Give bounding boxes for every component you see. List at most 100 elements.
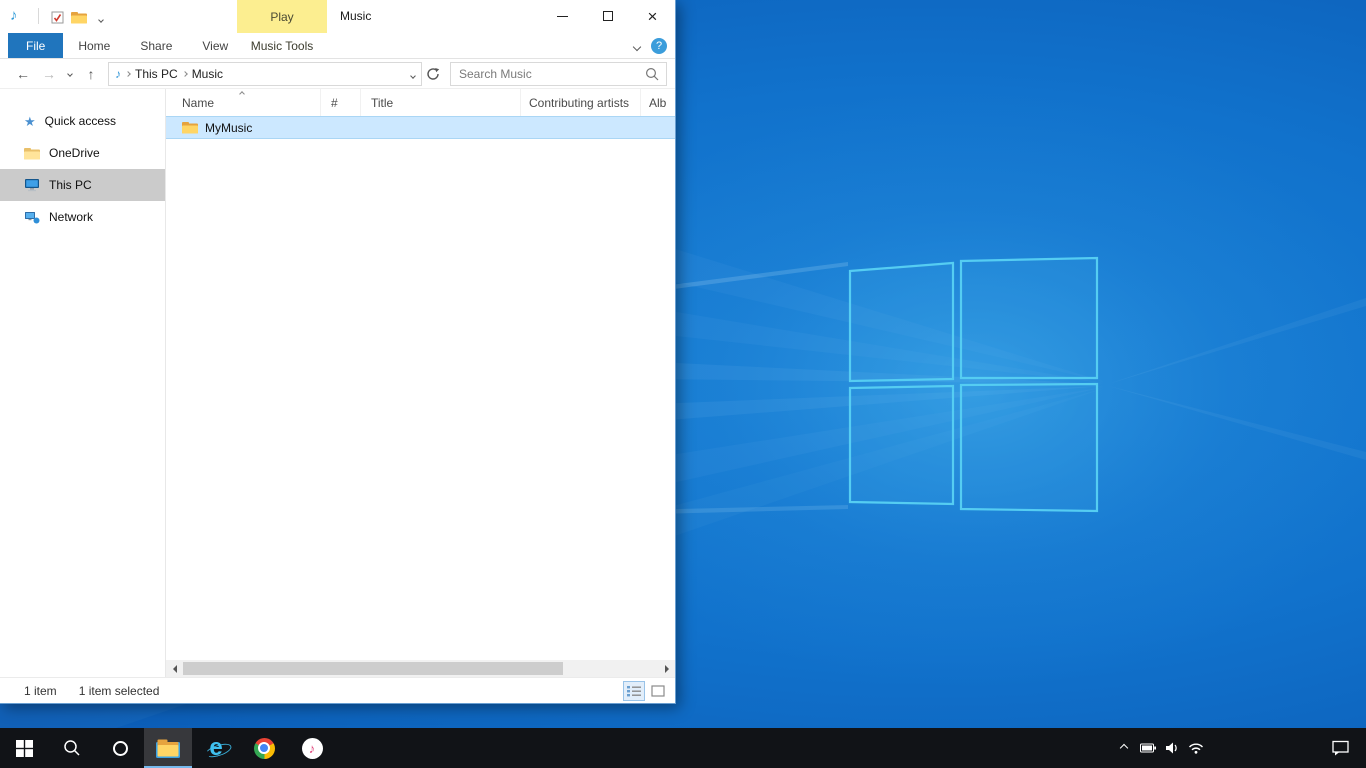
explorer-window: ♪ Play Music × File Home Share Vi [0,0,676,704]
chevron-right-icon [182,71,188,77]
sort-ascending-icon [239,91,245,97]
column-label: Contributing artists [529,96,629,110]
sidebar-item-label: Network [49,210,93,224]
music-note-icon: ♪ [10,8,18,23]
scrollbar-thumb[interactable] [183,662,563,675]
selected-count: 1 item selected [79,684,160,698]
minimize-button[interactable] [540,0,585,32]
taskbar-search-button[interactable] [48,728,96,768]
star-icon: ★ [24,115,36,128]
chevron-down-icon [98,17,104,23]
itunes-button[interactable]: ♪ [288,728,336,768]
taskbar: e ♪ [0,728,1366,768]
large-icons-view-button[interactable] [647,681,669,701]
tab-home[interactable]: Home [63,33,125,58]
column-label: Name [182,96,214,110]
scroll-right-button[interactable] [658,660,675,677]
checkmark-icon [51,11,64,24]
maximize-button[interactable] [585,0,630,32]
status-bar: 1 item 1 item selected [0,677,675,703]
chevron-down-icon [633,42,641,50]
minimize-icon [557,16,568,17]
file-rows: MyMusic [166,116,675,660]
battery-button[interactable] [1136,728,1160,768]
sidebar-item-this-pc[interactable]: This PC [0,169,165,201]
sidebar-item-onedrive[interactable]: OneDrive [0,137,165,169]
column-label: Alb [649,96,666,110]
system-tray [1112,728,1208,768]
column-header-name[interactable]: Name [166,89,321,116]
start-button[interactable] [0,728,48,768]
qat-new-folder-icon[interactable] [70,9,88,25]
volume-button[interactable] [1160,728,1184,768]
search-icon[interactable] [645,67,659,81]
tab-music-tools[interactable]: Music Tools [237,33,327,58]
triangle-right-icon [665,665,669,673]
navigation-bar: ← → ↑ ♪ This PC Music [0,59,675,89]
wifi-icon [1188,742,1204,754]
sidebar-item-quick-access[interactable]: ★ Quick access [0,105,165,137]
action-center-button[interactable] [1318,728,1362,768]
tab-view[interactable]: View [187,33,243,58]
column-header-title[interactable]: Title [361,89,521,116]
taskbar-file-explorer-button[interactable] [144,728,192,768]
horizontal-scrollbar[interactable] [166,660,675,677]
expand-ribbon-button[interactable] [634,39,640,53]
contextual-group-play[interactable]: Play [237,0,327,33]
search-icon [63,739,81,757]
column-header-contributing-artists[interactable]: Contributing artists [521,89,641,116]
qat-properties-icon[interactable] [48,9,66,25]
view-toggle-buttons [623,681,669,701]
details-view-icon [627,685,641,697]
internet-explorer-button[interactable]: e [192,728,240,768]
address-dropdown-chevron[interactable] [411,67,415,81]
network-button[interactable] [1184,728,1208,768]
tab-share[interactable]: Share [125,33,187,58]
hidden-icons-button[interactable] [1112,728,1136,768]
forward-button[interactable]: → [36,60,62,88]
search-input[interactable] [451,67,645,81]
breadcrumb-music[interactable]: Music [192,67,223,81]
sidebar-item-label: Quick access [45,114,116,128]
triangle-left-icon [173,665,177,673]
breadcrumb-this-pc[interactable]: This PC [135,67,178,81]
column-header-number[interactable]: # [321,89,361,116]
computer-icon [24,178,40,192]
chevron-right-icon [125,71,131,77]
separator [38,8,39,24]
navigation-pane: ★ Quick access OneDrive This PC [0,89,166,677]
window-controls: × [540,0,675,32]
itunes-icon: ♪ [302,738,323,759]
folder-icon [71,11,87,24]
details-view-button[interactable] [623,681,645,701]
tab-file[interactable]: File [8,33,63,58]
ribbon-tab-bar: File Home Share View Music Tools ? [0,33,675,59]
network-icon [24,211,40,224]
cortana-button[interactable] [96,728,144,768]
help-icon[interactable]: ? [651,38,667,54]
search-box [450,62,667,86]
sidebar-item-network[interactable]: Network [0,201,165,233]
address-bar[interactable]: ♪ This PC Music [108,62,422,86]
cortana-icon [113,741,128,756]
scroll-left-button[interactable] [166,660,183,677]
chrome-button[interactable] [240,728,288,768]
refresh-button[interactable] [422,62,444,86]
recent-locations-chevron[interactable] [62,60,78,88]
back-button[interactable]: ← [10,60,36,88]
onedrive-folder-icon [24,147,40,160]
column-label: Title [371,96,393,110]
file-name: MyMusic [205,121,252,135]
scrollbar-track[interactable] [183,660,658,677]
column-header-album[interactable]: Alb [641,89,675,116]
file-row-mymusic[interactable]: MyMusic [166,116,675,139]
titlebar: ♪ Play Music × [0,0,675,33]
internet-explorer-icon: e [209,736,222,760]
close-button[interactable]: × [630,0,675,32]
up-button[interactable]: ↑ [78,60,104,88]
qat-customize-chevron-icon[interactable] [92,12,110,28]
main-area: ★ Quick access OneDrive This PC [0,89,675,677]
window-title: Music [340,9,371,23]
speaker-icon [1165,741,1179,755]
item-count: 1 item [24,684,57,698]
